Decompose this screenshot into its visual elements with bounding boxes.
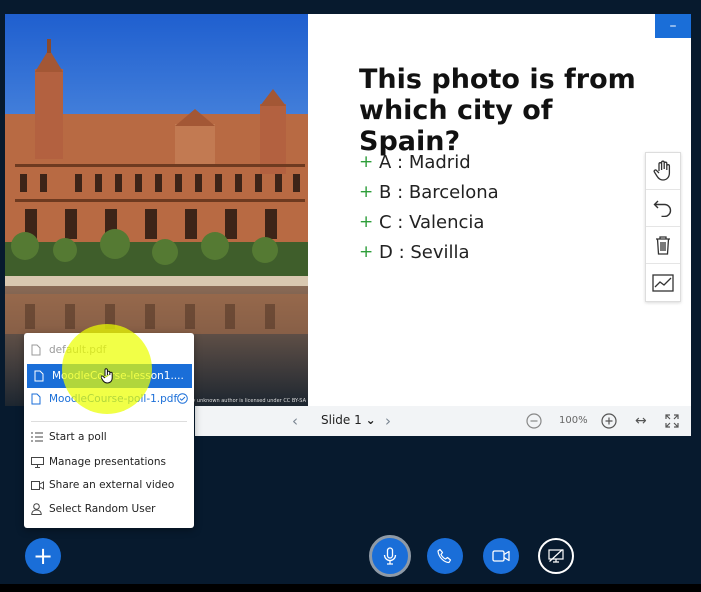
slide-label: Slide 1 <box>321 413 362 427</box>
plus-icon: + <box>359 212 374 232</box>
microphone-button[interactable] <box>369 535 411 577</box>
select-random-user-item[interactable]: Select Random User <box>24 497 194 521</box>
whiteboard-toolbar <box>645 152 681 302</box>
bottom-strip <box>0 584 701 592</box>
file-icon <box>31 344 44 356</box>
slide-question: This photo is from which city of Spain? <box>359 64 636 157</box>
slide-navbar: ‹ Slide 1 ⌄ › 100% ↔ <box>195 406 691 436</box>
fullscreen-icon <box>665 414 679 428</box>
zoom-level: 100% <box>559 415 588 426</box>
undo-icon <box>653 200 672 217</box>
webcam-button[interactable] <box>483 538 519 574</box>
answer-text: B : Barcelona <box>379 181 499 203</box>
camera-icon <box>492 550 510 562</box>
next-slide-button[interactable]: › <box>385 412 391 430</box>
answer-list: + A : Madrid + B : Barcelona + C : Valencia… <box>359 147 499 267</box>
chevron-down-icon: ⌄ <box>365 413 376 427</box>
hand-cursor-icon <box>100 368 115 388</box>
menu-item-label: Select Random User <box>49 503 156 515</box>
zoom-out-button[interactable] <box>526 413 542 433</box>
plus-icon: + <box>359 182 374 202</box>
trash-icon <box>656 236 670 255</box>
clear-annotations-button[interactable] <box>646 227 680 264</box>
fit-to-width-button[interactable]: ↔ <box>635 413 647 429</box>
phone-icon <box>437 548 452 564</box>
zoom-out-icon <box>526 413 542 429</box>
plus-icon: + <box>359 242 374 262</box>
answer-item: + B : Barcelona <box>359 177 499 207</box>
file-icon <box>34 370 47 382</box>
previous-slide-button[interactable]: ‹ <box>292 412 298 430</box>
answer-text: A : Madrid <box>379 151 471 173</box>
hand-icon <box>653 160 671 181</box>
zoom-in-button[interactable] <box>601 413 617 433</box>
menu-item-label: Share an external video <box>49 479 175 491</box>
undo-button[interactable] <box>646 190 680 227</box>
chart-line-icon <box>652 273 674 292</box>
zoom-in-icon <box>601 413 617 429</box>
answer-text: C : Valencia <box>379 211 485 233</box>
audio-phone-button[interactable] <box>427 538 463 574</box>
microphone-icon <box>383 547 397 565</box>
answer-item: + A : Madrid <box>359 147 499 177</box>
video-icon <box>31 480 44 490</box>
actions-plus-button[interactable]: + <box>25 538 61 574</box>
screen-share-off-icon <box>548 549 564 563</box>
multi-user-button[interactable] <box>646 264 680 301</box>
answer-item: + C : Valencia <box>359 207 499 237</box>
answer-item: + D : Sevilla <box>359 237 499 267</box>
screen-share-button[interactable] <box>538 538 574 574</box>
plus-icon: + <box>359 152 374 172</box>
user-icon <box>31 503 44 515</box>
slide-select[interactable]: Slide 1 ⌄ <box>321 413 376 427</box>
hand-tool-button[interactable] <box>646 153 680 190</box>
start-poll-item[interactable]: Start a poll <box>24 425 194 449</box>
menu-divider <box>31 421 187 422</box>
manage-presentations-item[interactable]: Manage presentations <box>24 450 194 474</box>
fullscreen-button[interactable] <box>665 413 679 432</box>
check-circle-icon <box>177 393 188 407</box>
minimize-presentation-button[interactable]: – <box>655 14 691 38</box>
answer-text: D : Sevilla <box>379 241 470 263</box>
presentation-icon <box>31 456 44 468</box>
poll-list-icon <box>31 432 44 442</box>
menu-item-label: Start a poll <box>49 431 107 443</box>
share-external-video-item[interactable]: Share an external video <box>24 473 194 497</box>
photo-credit: by unknown author is licensed under CC B… <box>189 398 306 404</box>
menu-item-label: Manage presentations <box>49 456 166 468</box>
file-icon <box>31 393 44 405</box>
